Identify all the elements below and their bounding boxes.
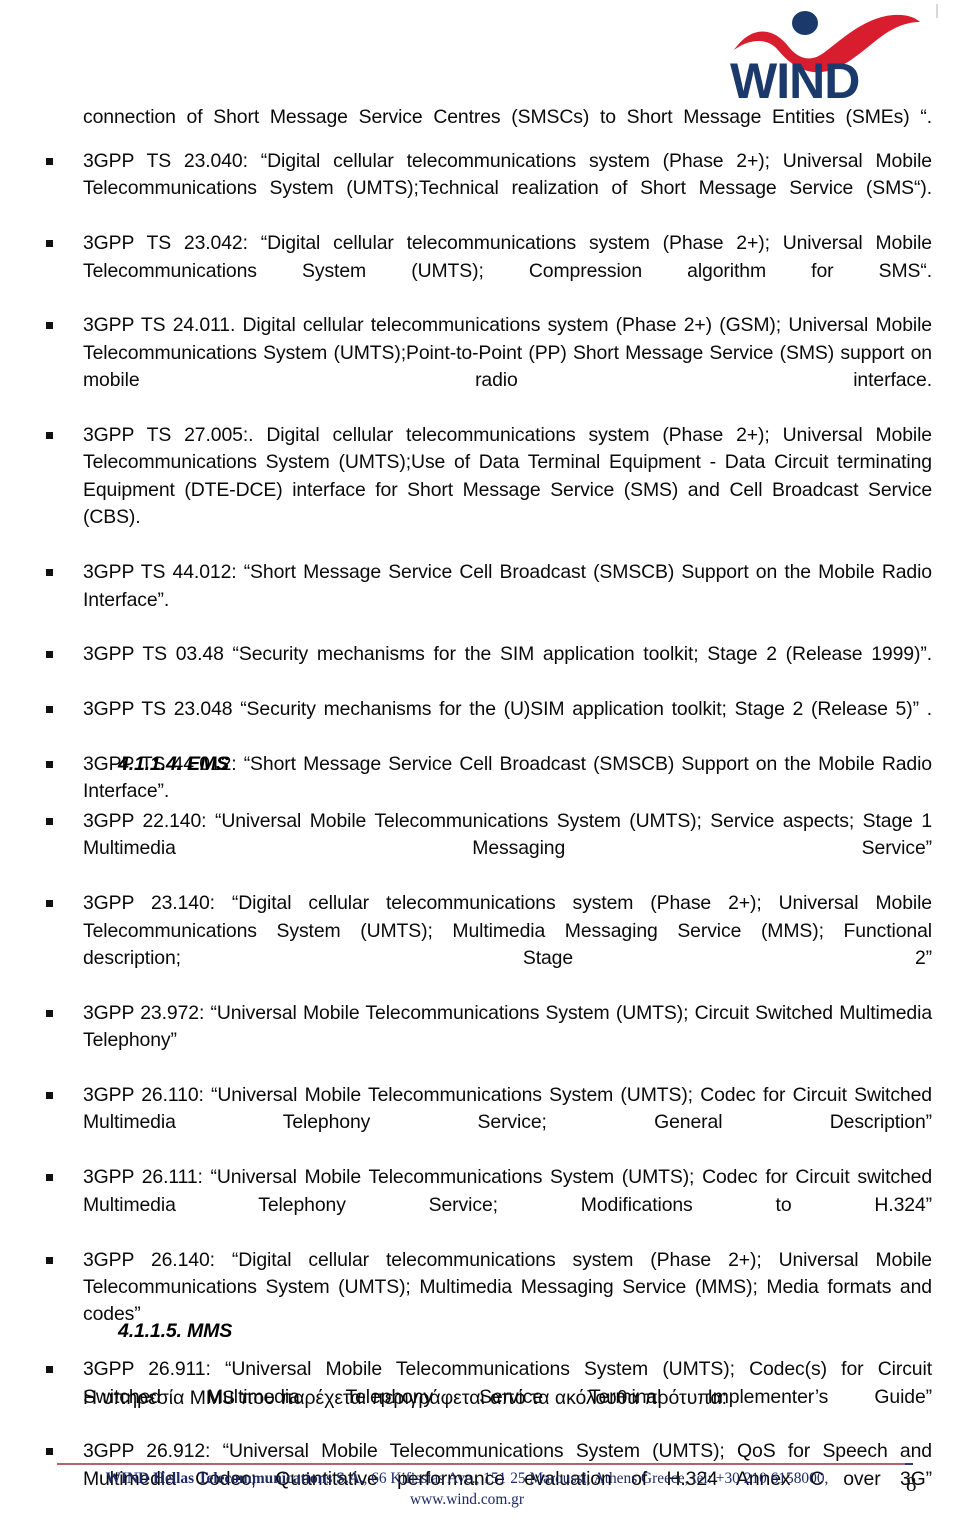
- list-item: 3GPP TS 44.012: “Short Message Service C…: [0, 559, 932, 641]
- wind-logo-svg: WIND: [730, 11, 920, 102]
- square-bullet-icon: [46, 569, 53, 577]
- list-item: 3GPP 26.111: “Universal Mobile Telecommu…: [0, 1164, 932, 1246]
- footer-text: WIND Hellas Telecommunications S.A., 66 …: [57, 1468, 877, 1510]
- ems-standards-list: 3GPP 22.140: “Universal Mobile Telecommu…: [0, 808, 932, 1521]
- square-bullet-icon: [46, 322, 53, 330]
- square-bullet-icon: [46, 1092, 53, 1100]
- square-bullet-icon: [46, 1009, 53, 1017]
- logo-dot: [792, 11, 818, 35]
- square-bullet-icon: [46, 158, 53, 165]
- list-item: 3GPP TS 23.040: “Digital cellular teleco…: [0, 148, 932, 230]
- square-bullet-icon: [46, 1256, 53, 1264]
- square-bullet-icon: [46, 240, 53, 248]
- list-item-text: 3GPP TS 27.005:. Digital cellular teleco…: [83, 424, 932, 529]
- list-item-text: 3GPP TS 23.040: “Digital cellular teleco…: [83, 150, 932, 200]
- list-item-text: 3GPP TS 44.012: “Short Message Service C…: [83, 561, 932, 611]
- document-page: WIND connection of Short Message Service…: [0, 0, 960, 1516]
- list-item-text: 3GPP 23.140: “Digital cellular telecommu…: [83, 892, 932, 970]
- list-item-text: 3GPP 22.140: “Universal Mobile Telecommu…: [83, 810, 932, 860]
- heading-ems: 4.1.1.4. EMS: [118, 753, 229, 775]
- mms-intro-paragraph: Η υπηρεσία MMS που παρέχεται περιγράφετα…: [83, 1387, 727, 1409]
- wind-logo: WIND: [726, 6, 926, 102]
- sms-standards-list: 3GPP TS 23.040: “Digital cellular teleco…: [0, 148, 932, 833]
- list-item: 3GPP TS 23.042: “Digital cellular teleco…: [0, 230, 932, 312]
- square-bullet-icon: [46, 651, 53, 659]
- square-bullet-icon: [46, 818, 53, 825]
- square-bullet-icon: [46, 1448, 53, 1456]
- footer-url: www.wind.com.gr: [410, 1491, 524, 1508]
- list-item-text: 3GPP 23.972: “Universal Mobile Telecommu…: [83, 1001, 932, 1052]
- square-bullet-icon: [46, 1174, 53, 1182]
- list-item-text: 3GPP TS 23.048 “Security mechanisms for …: [83, 698, 932, 721]
- list-item-text: 3GPP TS 24.011. Digital cellular telecom…: [83, 314, 932, 392]
- list-item: 3GPP TS 24.011. Digital cellular telecom…: [0, 312, 932, 422]
- scan-artifact: [936, 4, 938, 18]
- list-item-text: 3GPP 26.111: “Universal Mobile Telecommu…: [83, 1166, 932, 1216]
- logo-wordmark: WIND: [730, 53, 859, 102]
- square-bullet-icon: [46, 432, 53, 440]
- list-item: 3GPP 23.140: “Digital cellular telecommu…: [0, 890, 932, 1000]
- list-item: 3GPP TS 03.48 “Security mechanisms for t…: [0, 641, 932, 696]
- square-bullet-icon: [46, 760, 53, 768]
- heading-mms: 4.1.1.5. MMS: [118, 1320, 233, 1342]
- page-number: 8: [906, 1472, 917, 1496]
- footer-address: , 66 Kifissias Ave., 151 25 Maroussi, At…: [363, 1470, 829, 1487]
- footer-divider: [57, 1463, 912, 1465]
- list-item: 3GPP 22.140: “Universal Mobile Telecommu…: [0, 808, 932, 890]
- square-bullet-icon: [46, 900, 53, 908]
- list-item: 3GPP TS 23.048 “Security mechanisms for …: [0, 696, 932, 751]
- list-item-text: 3GPP 26.110: “Universal Mobile Telecommu…: [83, 1084, 932, 1134]
- list-item: 3GPP TS 27.005:. Digital cellular teleco…: [0, 422, 932, 559]
- list-item: 3GPP 23.972: “Universal Mobile Telecommu…: [0, 1000, 932, 1082]
- square-bullet-icon: [46, 706, 53, 714]
- list-item: 3GPP 26.110: “Universal Mobile Telecommu…: [0, 1082, 932, 1164]
- list-item-text: 3GPP TS 03.48 “Security mechanisms for t…: [83, 643, 932, 666]
- footer-company: WIND Hellas Telecommunications S.A.: [105, 1470, 364, 1487]
- list-item-text: 3GPP TS 23.042: “Digital cellular teleco…: [83, 232, 932, 282]
- footer-divider-tip: [905, 1463, 913, 1465]
- square-bullet-icon: [46, 1366, 53, 1374]
